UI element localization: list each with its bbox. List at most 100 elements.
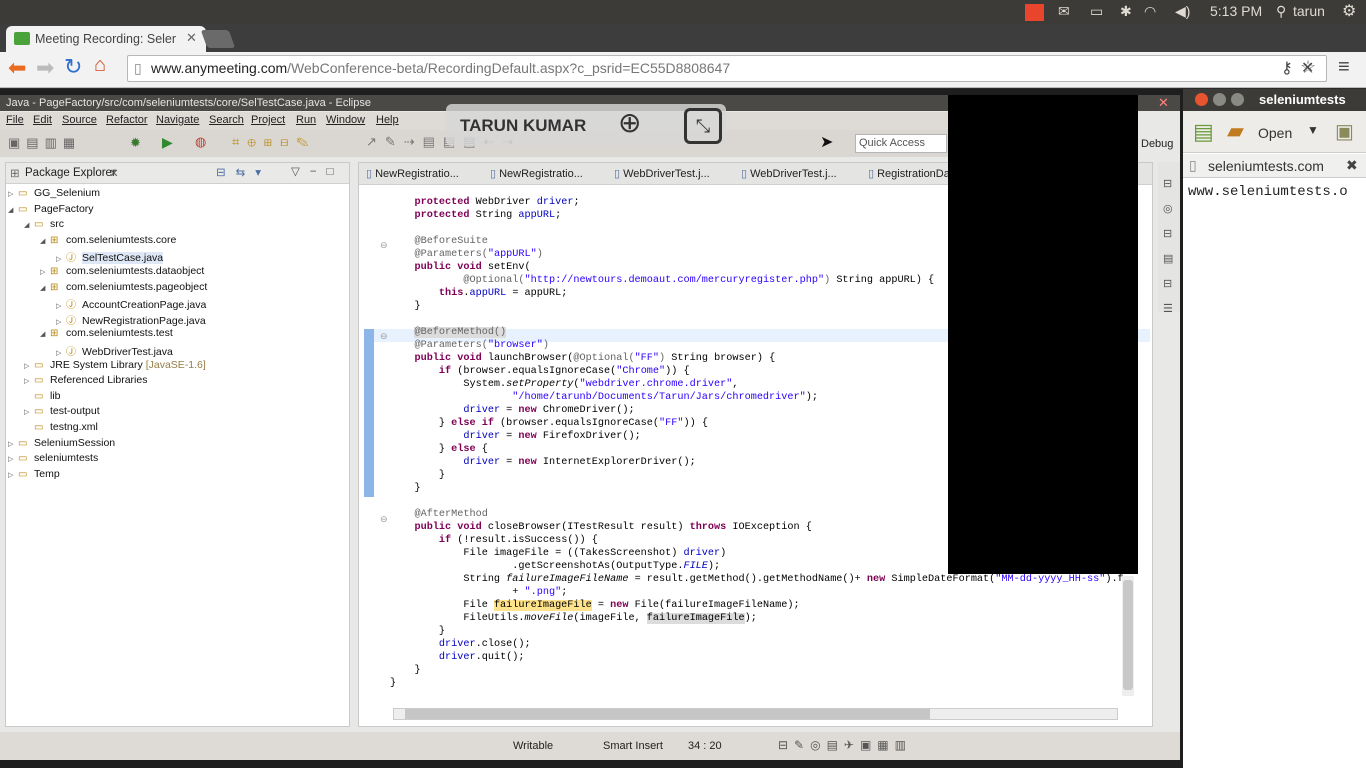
toolbar-new-save-icons[interactable]: ▣▤▥▦ — [8, 135, 81, 151]
menu-edit[interactable]: Edit — [33, 114, 52, 126]
tree-expander-icon[interactable]: ▷ — [8, 455, 18, 463]
tree-item[interactable]: ▷ ▭ Temp — [8, 468, 60, 480]
clock[interactable]: 5:13 PM — [1210, 3, 1262, 19]
volume-icon[interactable]: ◀) — [1175, 3, 1190, 20]
editor-tab[interactable]: ▯ NewRegistratio... — [490, 167, 583, 180]
tree-item[interactable]: ▷ ▭ Referenced Libraries — [24, 374, 147, 386]
tree-expander-icon[interactable]: ◢ — [24, 221, 34, 229]
horizontal-scroll-thumb[interactable] — [405, 709, 930, 719]
tree-expander-icon[interactable]: ▷ — [56, 318, 66, 326]
browser-tab[interactable]: Meeting Recording: Seler ✕ — [6, 26, 206, 52]
wifi-icon[interactable]: ◠ — [1144, 3, 1156, 20]
menu-navigate[interactable]: Navigate — [156, 114, 199, 126]
menu-project[interactable]: Project — [251, 114, 285, 126]
debug-icon[interactable]: ✹ — [130, 135, 141, 151]
tree-expander-icon[interactable]: ▷ — [56, 255, 66, 263]
save-icon[interactable]: ▣ — [1335, 119, 1354, 144]
bookmark-star-icon-2[interactable]: ☆ — [1300, 57, 1316, 78]
quick-access-input[interactable]: Quick Access — [855, 134, 947, 153]
home-icon[interactable]: ⌂ — [94, 54, 106, 77]
vertical-scroll-thumb[interactable] — [1123, 580, 1133, 690]
tree-expander-icon[interactable]: ▷ — [24, 362, 34, 370]
tree-expander-icon[interactable]: ▷ — [8, 440, 18, 448]
tree-item[interactable]: ▷ Ⓙ AccountCreationPage.java — [56, 296, 206, 311]
eclipse-close-icon[interactable]: ✕ — [1158, 95, 1169, 111]
tree-expander-icon[interactable]: ▷ — [8, 190, 18, 198]
tree-item[interactable]: ▷ ▭ SeleniumSession — [8, 437, 115, 449]
external-tools-icon[interactable]: ◍ — [195, 134, 206, 150]
gedit-text-content[interactable]: www.seleniumtests.o — [1188, 184, 1366, 200]
tree-item[interactable]: ◢ ⊞ com.seleniumtests.pageobject — [40, 281, 207, 293]
fit-screen-icon[interactable]: ⤡ — [684, 108, 722, 144]
bluetooth-icon[interactable]: ✱ — [1120, 3, 1132, 20]
tree-expander-icon[interactable]: ▷ — [40, 268, 50, 276]
tree-item[interactable]: ▭ testng.xml — [24, 421, 98, 433]
user-name[interactable]: tarun — [1293, 3, 1325, 19]
menu-search[interactable]: Search — [209, 114, 244, 126]
address-bar[interactable]: ▯ www.anymeeting.com/WebConference-beta/… — [127, 55, 1327, 82]
zoom-in-icon[interactable]: ⊕ — [618, 106, 641, 139]
editor-tab[interactable]: ▯ RegistrationDa — [868, 167, 950, 180]
tree-expander-icon[interactable]: ◢ — [40, 284, 50, 292]
toolbar-misc-icons[interactable]: ⌗⊕⊞⊟✎ — [232, 134, 316, 150]
open-button[interactable]: Open — [1258, 125, 1292, 141]
tree-item[interactable]: ▷ Ⓙ NewRegistrationPage.java — [56, 312, 206, 327]
tree-expander-icon[interactable]: ◢ — [40, 330, 50, 338]
editor-tab[interactable]: ▯ WebDriverTest.j... — [614, 167, 710, 180]
tree-expander-icon[interactable]: ▷ — [8, 471, 18, 479]
tree-item[interactable]: ▷ Ⓙ SelTestCase.java — [56, 249, 164, 265]
record-indicator-icon[interactable] — [1025, 4, 1044, 21]
tree-item[interactable]: ▷ Ⓙ WebDriverTest.java — [56, 343, 173, 358]
tree-item[interactable]: ▷ ▭ JRE System Library [JavaSE-1.6] — [24, 359, 206, 371]
menu-help[interactable]: Help — [376, 114, 399, 126]
menu-refactor[interactable]: Refactor — [106, 114, 148, 126]
tree-item[interactable]: ◢ ⊞ com.seleniumtests.core — [40, 234, 176, 246]
tree-expander-icon[interactable]: ◢ — [40, 237, 50, 245]
tree-expander-icon[interactable]: ▷ — [24, 377, 34, 385]
window-maximize-icon[interactable] — [1231, 93, 1244, 106]
key-icon[interactable]: ⚷ — [1281, 58, 1293, 78]
mail-icon[interactable]: ✉ — [1058, 3, 1070, 20]
back-arrow-icon[interactable]: ⬅ — [8, 55, 26, 81]
menu-file[interactable]: File — [6, 114, 24, 126]
chrome-menu-icon[interactable]: ≡ — [1338, 56, 1350, 79]
tree-item[interactable]: ◢ ▭ PageFactory — [8, 203, 94, 215]
tree-expander-icon[interactable]: ◢ — [8, 206, 18, 214]
open-dropdown-icon[interactable]: ▼ — [1307, 123, 1319, 137]
run-icon[interactable]: ▶ — [162, 134, 173, 151]
tree-item[interactable]: ▷ ⊞ com.seleniumtests.dataobject — [40, 265, 204, 277]
tree-item[interactable]: ▷ ▭ seleniumtests — [8, 452, 98, 464]
tree-item[interactable]: ▷ ▭ GG_Selenium — [8, 187, 100, 199]
close-view-icon[interactable]: ✕ — [109, 166, 119, 180]
battery-icon[interactable]: ▭ — [1090, 3, 1103, 20]
menu-window[interactable]: Window — [326, 114, 365, 126]
new-document-icon[interactable]: ▤ — [1193, 119, 1214, 145]
fold-icon[interactable]: ⊖ — [380, 331, 388, 342]
tree-item[interactable]: ◢ ⊞ com.seleniumtests.test — [40, 327, 173, 339]
gedit-document-tab[interactable]: ▯ seleniumtests.com ✖ — [1183, 154, 1366, 178]
tree-expander-icon[interactable]: ▷ — [56, 302, 66, 310]
fold-icon[interactable]: ⊖ — [380, 514, 388, 525]
minimize-maximize-icons[interactable]: ▽−□ — [291, 164, 344, 178]
menu-run[interactable]: Run — [296, 114, 316, 126]
reload-icon[interactable]: ↻ — [64, 54, 82, 80]
editor-tab[interactable]: ▯ WebDriverTest.j... — [741, 167, 837, 180]
tree-item[interactable]: ▭ lib — [24, 390, 61, 402]
menu-source[interactable]: Source — [62, 114, 97, 126]
tree-item[interactable]: ▷ ▭ test-output — [24, 405, 100, 417]
settings-gear-icon[interactable]: ⚙ — [1342, 1, 1356, 21]
tree-expander-icon[interactable]: ▷ — [56, 349, 66, 357]
editor-tab[interactable]: ▯ NewRegistratio... — [366, 167, 459, 180]
tree-expander-icon[interactable]: ▷ — [24, 408, 34, 416]
view-actions-icons[interactable]: ⊟⇆▾ — [216, 165, 271, 179]
package-explorer-title[interactable]: Package Explorer — [25, 167, 116, 179]
open-folder-icon[interactable]: ▰ — [1227, 118, 1244, 144]
status-tray-icons[interactable]: ⊟✎◎▤✈▣▦▥ — [778, 738, 912, 752]
trim-view-icons[interactable]: ⊟ ◎ ⊟ ▤ ⊟ ☰ — [1163, 172, 1173, 322]
forward-arrow-icon[interactable]: ➡ — [36, 55, 54, 81]
close-document-icon[interactable]: ✖ — [1346, 157, 1358, 174]
window-minimize-icon[interactable] — [1213, 93, 1226, 106]
tree-item[interactable]: ◢ ▭ src — [24, 218, 64, 230]
fold-icon[interactable]: ⊖ — [380, 240, 388, 251]
window-close-icon[interactable] — [1195, 93, 1208, 106]
